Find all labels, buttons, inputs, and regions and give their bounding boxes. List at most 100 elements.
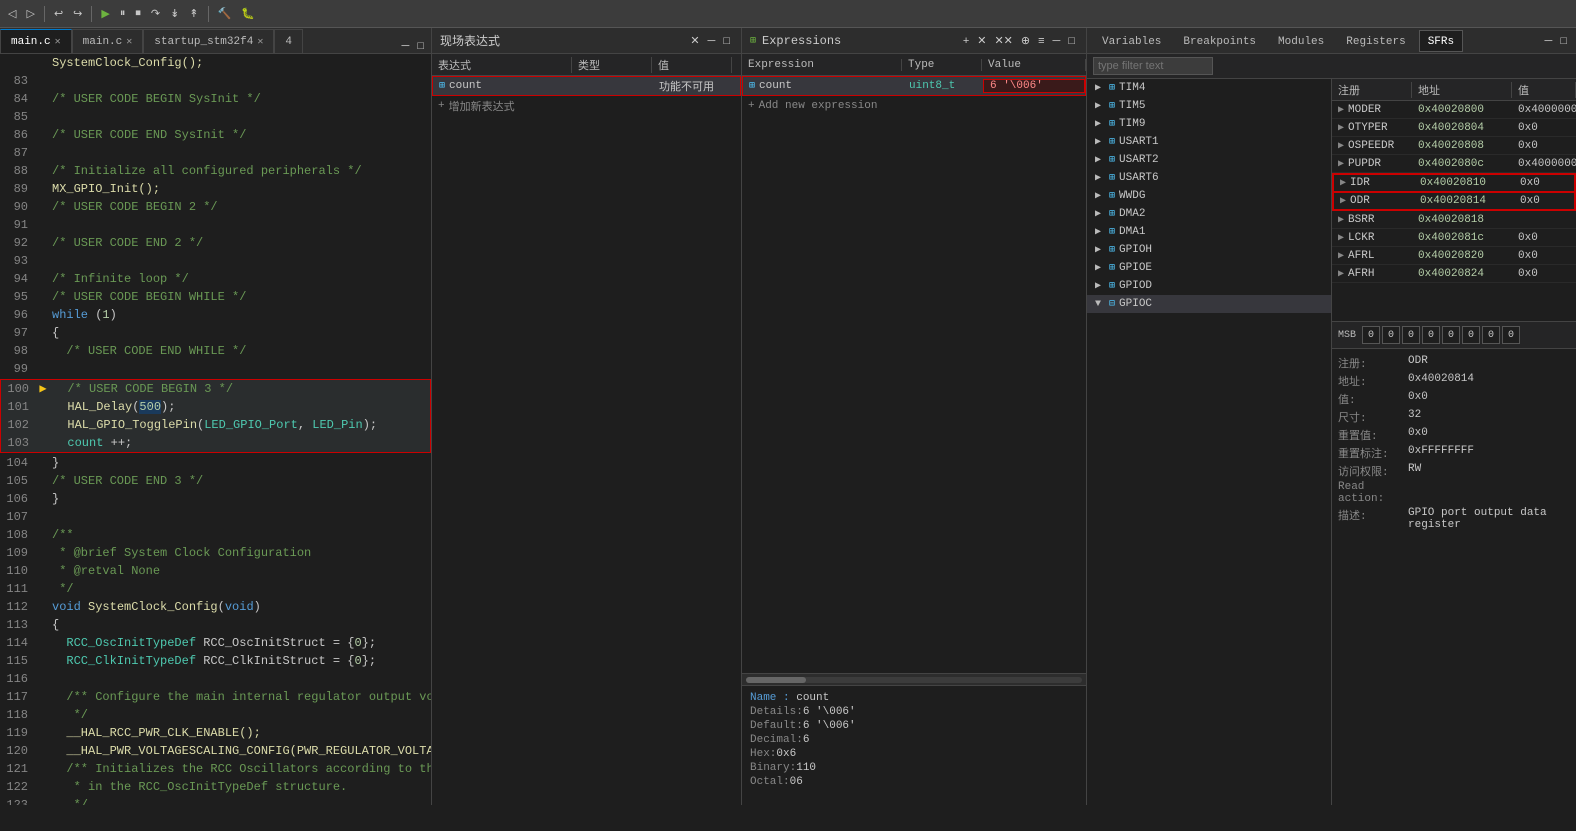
sfr-minimize-btn[interactable]: ─ xyxy=(1542,34,1556,48)
sfr-item-TIM4[interactable]: ▶ ⊞ TIM4 xyxy=(1087,79,1331,97)
sfr-row-OSPEEDR[interactable]: ▶ OSPEEDR 0x40020808 0x0 xyxy=(1332,137,1576,155)
expr-cell-expr-count: ⊞ count xyxy=(433,80,573,92)
toolbar-sep-1 xyxy=(44,6,45,22)
code-line-118: 118 */ xyxy=(0,706,431,724)
sfr-val-OSPEEDR: 0x0 xyxy=(1512,140,1576,152)
sfr-item-USART2[interactable]: ▶ ⊞ USART2 xyxy=(1087,151,1331,169)
toolbar-btn-run[interactable]: ▶ xyxy=(97,5,113,22)
code-line-86: 86 /* USER CODE END SysInit */ xyxy=(0,126,431,144)
watch-settings-btn[interactable]: ≡ xyxy=(1035,33,1047,48)
watch-row-count[interactable]: ⊞ count uint8_t 6 '\006' xyxy=(742,76,1086,96)
sfr-item-GPIOC[interactable]: ▼ ⊟ GPIOC xyxy=(1087,295,1331,313)
toolbar-btn-debug[interactable]: 🐛 xyxy=(237,5,259,22)
add-expr-row[interactable]: + 增加新表达式 xyxy=(432,96,741,116)
sfr-item-USART6[interactable]: ▶ ⊞ USART6 xyxy=(1087,169,1331,187)
watch-copy-btn[interactable]: ⊕ xyxy=(1018,33,1033,48)
sfr-table-header: 注册 地址 值 xyxy=(1332,79,1576,101)
toolbar-btn-pause[interactable]: ⏸ xyxy=(116,5,130,22)
sfr-item-USART1[interactable]: ▶ ⊞ USART1 xyxy=(1087,133,1331,151)
toolbar-btn-build[interactable]: 🔨 xyxy=(214,5,236,22)
toolbar-btn-undo[interactable]: ↩ xyxy=(50,5,67,22)
bit-5[interactable]: 0 xyxy=(1462,326,1480,344)
toolbar-btn-step-into[interactable]: ↡ xyxy=(166,5,183,22)
sfr-detail-val-val: 0x0 xyxy=(1408,391,1428,407)
bit-7[interactable]: 0 xyxy=(1502,326,1520,344)
sfr-row-MODER[interactable]: ▶ MODER 0x40020800 0x4000000 xyxy=(1332,101,1576,119)
expr-row-count[interactable]: ⊞ count 功能不可用 xyxy=(432,76,741,96)
sfr-row-PUPDR[interactable]: ▶ PUPDR 0x4002080c 0x4000000 xyxy=(1332,155,1576,173)
sfr-expand-OTYPER: ▶ xyxy=(1338,122,1344,134)
bit-4[interactable]: 0 xyxy=(1442,326,1460,344)
code-editor[interactable]: SystemClock_Config(); 83 84 /* USER CODE… xyxy=(0,54,431,805)
code-line-83: 83 xyxy=(0,72,431,90)
watch-add-btn[interactable]: + xyxy=(960,33,972,48)
sfr-item-WWDG[interactable]: ▶ ⊞ WWDG xyxy=(1087,187,1331,205)
toolbar-btn-stop[interactable]: ⏹ xyxy=(131,5,145,22)
sfr-item-TIM5[interactable]: ▶ ⊞ TIM5 xyxy=(1087,97,1331,115)
tab-startup[interactable]: startup_stm32f4 ✕ xyxy=(143,29,274,53)
code-panel: main.c ✕ main.c ✕ startup_stm32f4 ✕ 4 ─ … xyxy=(0,28,432,805)
sfr-detail-val-reset-mask: 0xFFFFFFFF xyxy=(1408,445,1474,461)
sfr-item-TIM9[interactable]: ▶ ⊞ TIM9 xyxy=(1087,115,1331,133)
watch-del-all-btn[interactable]: ✕✕ xyxy=(991,33,1015,48)
watch-maximize-btn[interactable]: □ xyxy=(1065,33,1078,48)
sfr-detail-label-addr: 地址: xyxy=(1338,373,1408,389)
sfr-row-ODR[interactable]: ▶ ODR 0x40020814 0x0 xyxy=(1333,192,1575,210)
sfr-th-val: 值 xyxy=(1512,82,1576,98)
tab-close-2[interactable]: ✕ xyxy=(126,36,132,48)
sfr-item-GPIOE[interactable]: ▶ ⊞ GPIOE xyxy=(1087,259,1331,277)
bit-3[interactable]: 0 xyxy=(1422,326,1440,344)
sfr-item-DMA1[interactable]: ▶ ⊞ DMA1 xyxy=(1087,223,1331,241)
code-line-101: 101 HAL_Delay(500); xyxy=(1,398,430,416)
tab-breakpoints[interactable]: Breakpoints xyxy=(1174,30,1265,52)
code-panel-maximize[interactable]: □ xyxy=(414,39,427,53)
tab-main-c-2[interactable]: main.c ✕ xyxy=(72,29,144,53)
toolbar-btn-step-over[interactable]: ↷ xyxy=(147,5,164,22)
sfr-filter-input[interactable] xyxy=(1093,57,1213,75)
bit-1[interactable]: 0 xyxy=(1382,326,1400,344)
toolbar-btn-step-out[interactable]: ↟ xyxy=(185,5,202,22)
sfr-row-OTYPER[interactable]: ▶ OTYPER 0x40020804 0x0 xyxy=(1332,119,1576,137)
expr-minimize-btn[interactable]: ─ xyxy=(705,33,719,48)
toolbar-btn-forward[interactable]: ▷ xyxy=(22,5,38,22)
sfr-detail-label-access: 访问权限: xyxy=(1338,463,1408,479)
sfr-row-IDR[interactable]: ▶ IDR 0x40020810 0x0 xyxy=(1333,174,1575,192)
sfr-item-DMA2[interactable]: ▶ ⊞ DMA2 xyxy=(1087,205,1331,223)
watch-scrollbar-thumb[interactable] xyxy=(746,677,806,683)
expr-col-val-header: 值 xyxy=(652,57,732,73)
watch-del-btn[interactable]: ✕ xyxy=(974,33,989,48)
sfr-detail-label-name: 注册: xyxy=(1338,355,1408,371)
watch-minimize-btn[interactable]: ─ xyxy=(1050,33,1064,48)
toolbar-btn-back[interactable]: ◁ xyxy=(4,5,20,22)
sfr-item-GPIOD[interactable]: ▶ ⊞ GPIOD xyxy=(1087,277,1331,295)
sfr-item-GPIOH[interactable]: ▶ ⊞ GPIOH xyxy=(1087,241,1331,259)
sfr-detail-row-val: 值: 0x0 xyxy=(1338,391,1570,407)
watch-detail-name-label: Name : xyxy=(750,692,796,704)
expr-maximize-btn[interactable]: □ xyxy=(720,33,733,48)
sfr-row-AFRL[interactable]: ▶ AFRL 0x40020820 0x0 xyxy=(1332,247,1576,265)
bit-0[interactable]: 0 xyxy=(1362,326,1380,344)
tab-close-1[interactable]: ✕ xyxy=(55,36,61,48)
watch-scrollbar[interactable] xyxy=(742,673,1086,685)
tab-main-c-1[interactable]: main.c ✕ xyxy=(0,29,72,53)
tab-registers[interactable]: Registers xyxy=(1337,30,1414,52)
sfr-detail-val-reset: 0x0 xyxy=(1408,427,1428,443)
code-panel-minimize[interactable]: ─ xyxy=(399,39,413,53)
sfr-row-AFRH[interactable]: ▶ AFRH 0x40020824 0x0 xyxy=(1332,265,1576,283)
toolbar-btn-redo[interactable]: ↪ xyxy=(69,5,86,22)
sfr-row-BSRR[interactable]: ▶ BSRR 0x40020818 xyxy=(1332,211,1576,229)
sfr-maximize-btn[interactable]: □ xyxy=(1557,34,1570,48)
sfr-addr-AFRL: 0x40020820 xyxy=(1412,250,1512,262)
tab-variables[interactable]: Variables xyxy=(1093,30,1170,52)
watch-add-row[interactable]: + Add new expression xyxy=(742,96,1086,116)
tab-4[interactable]: 4 xyxy=(274,29,303,53)
tab-sfrs[interactable]: SFRs xyxy=(1419,30,1463,52)
bit-6[interactable]: 0 xyxy=(1482,326,1500,344)
sfr-detail-row-addr: 地址: 0x40020814 xyxy=(1338,373,1570,389)
expr-close-btn[interactable]: ✕ xyxy=(687,33,702,48)
code-line-119: 119 __HAL_RCC_PWR_CLK_ENABLE(); xyxy=(0,724,431,742)
tab-close-startup[interactable]: ✕ xyxy=(257,36,263,48)
tab-modules[interactable]: Modules xyxy=(1269,30,1333,52)
sfr-row-LCKR[interactable]: ▶ LCKR 0x4002081c 0x0 xyxy=(1332,229,1576,247)
bit-2[interactable]: 0 xyxy=(1402,326,1420,344)
